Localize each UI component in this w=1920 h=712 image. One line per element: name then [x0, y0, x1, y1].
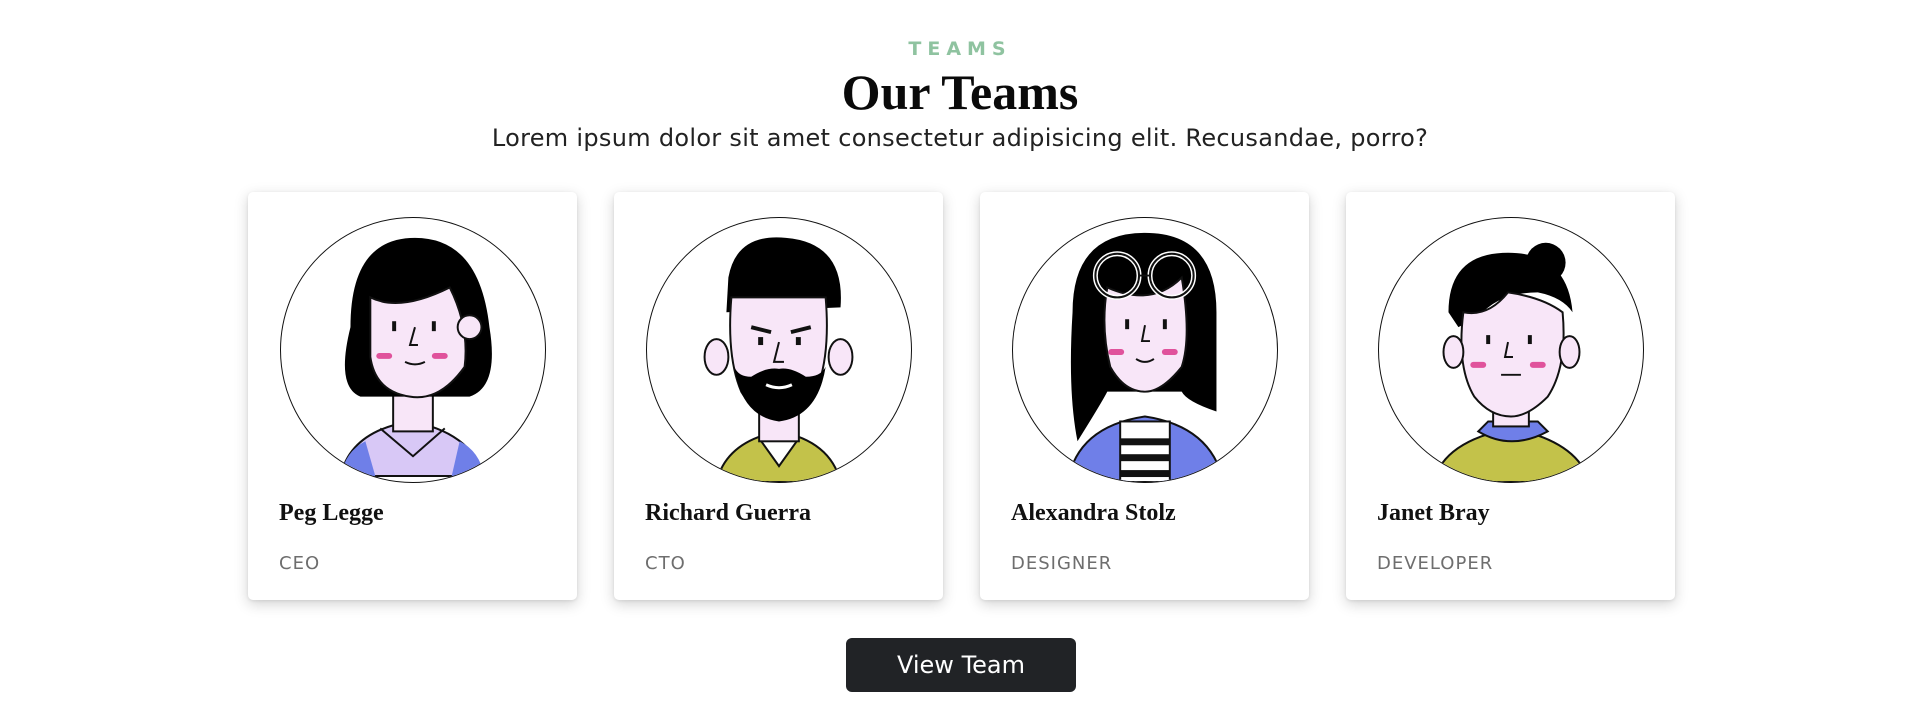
member-role: DEVELOPER — [1377, 553, 1494, 574]
team-card-alexandra-stolz[interactable]: Alexandra Stolz DESIGNER — [980, 192, 1309, 600]
member-name: Peg Legge — [279, 500, 384, 526]
team-card-peg-legge[interactable]: Peg Legge CEO — [248, 192, 577, 600]
woman-glasses-avatar-icon — [1012, 217, 1278, 483]
team-cards: Peg Legge CEO Richard Guerra CTO Alexand… — [248, 192, 1675, 600]
section-subtitle: Lorem ipsum dolor sit amet consectetur a… — [491, 124, 1429, 152]
section-eyebrow: TEAMS — [908, 38, 1012, 60]
member-role: DESIGNER — [1011, 553, 1113, 574]
member-name: Alexandra Stolz — [1011, 500, 1176, 526]
team-card-richard-guerra[interactable]: Richard Guerra CTO — [614, 192, 943, 600]
woman-bob-hair-avatar-icon — [280, 217, 546, 483]
team-card-janet-bray[interactable]: Janet Bray DEVELOPER — [1346, 192, 1675, 600]
member-name: Richard Guerra — [645, 500, 811, 526]
woman-bun-avatar-icon — [1378, 217, 1644, 483]
view-team-button[interactable]: View Team — [846, 638, 1076, 692]
member-role: CEO — [279, 553, 321, 574]
member-role: CTO — [645, 553, 686, 574]
man-beard-avatar-icon — [646, 217, 912, 483]
section-title: Our Teams — [841, 64, 1079, 120]
member-name: Janet Bray — [1377, 500, 1490, 526]
